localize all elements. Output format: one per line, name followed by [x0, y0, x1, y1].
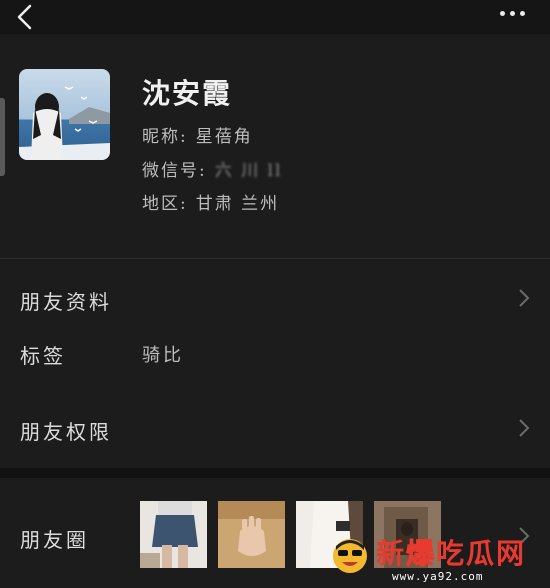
tags-value: 骑比: [142, 345, 184, 366]
more-options-icon[interactable]: [500, 6, 530, 20]
top-bar: [0, 0, 550, 34]
avatar-photo: [19, 69, 110, 160]
moments-photo: [218, 501, 285, 568]
nickname-value: 星蓓角: [195, 127, 253, 147]
moments-photo: [140, 501, 207, 568]
section-gap: [0, 468, 550, 478]
nickname-line: 昵称: 星蓓角: [142, 122, 253, 147]
back-arrow-icon[interactable]: [14, 4, 36, 30]
nickname-label: 昵称:: [142, 127, 188, 147]
watermark-brand: 新爆吃瓜网: [376, 537, 527, 571]
side-handle: [0, 98, 5, 176]
wechat-id-line: 微信号: 六 川 ll: [142, 156, 282, 181]
friend-permissions-label: 朋友权限: [20, 420, 112, 444]
tags-label: 标签: [20, 344, 66, 368]
wechat-id-label: 微信号:: [142, 161, 207, 181]
watermark-url: www.ya92.com: [392, 570, 484, 583]
wechat-id-value[interactable]: 六 川 ll: [215, 156, 283, 181]
profile-name: 沈安霞: [142, 77, 233, 110]
tags-row[interactable]: 标签 骑比: [0, 326, 550, 382]
moments-thumbnail[interactable]: [218, 501, 285, 568]
region-line: 地区: 甘肃 兰州: [142, 189, 279, 214]
divider: [0, 258, 550, 259]
chevron-right-icon: [519, 289, 530, 307]
friend-info-row[interactable]: 朋友资料: [0, 270, 550, 326]
moments-label: 朋友圈: [20, 528, 89, 552]
avatar[interactable]: [19, 69, 110, 160]
friend-info-label: 朋友资料: [20, 290, 112, 314]
chevron-right-icon: [519, 419, 530, 437]
region-value: 甘肃 兰州: [195, 194, 280, 214]
region-label: 地区:: [142, 194, 188, 214]
mascot-icon: [333, 539, 367, 573]
moments-thumbnail[interactable]: [140, 501, 207, 568]
friend-permissions-row[interactable]: 朋友权限: [0, 400, 550, 456]
